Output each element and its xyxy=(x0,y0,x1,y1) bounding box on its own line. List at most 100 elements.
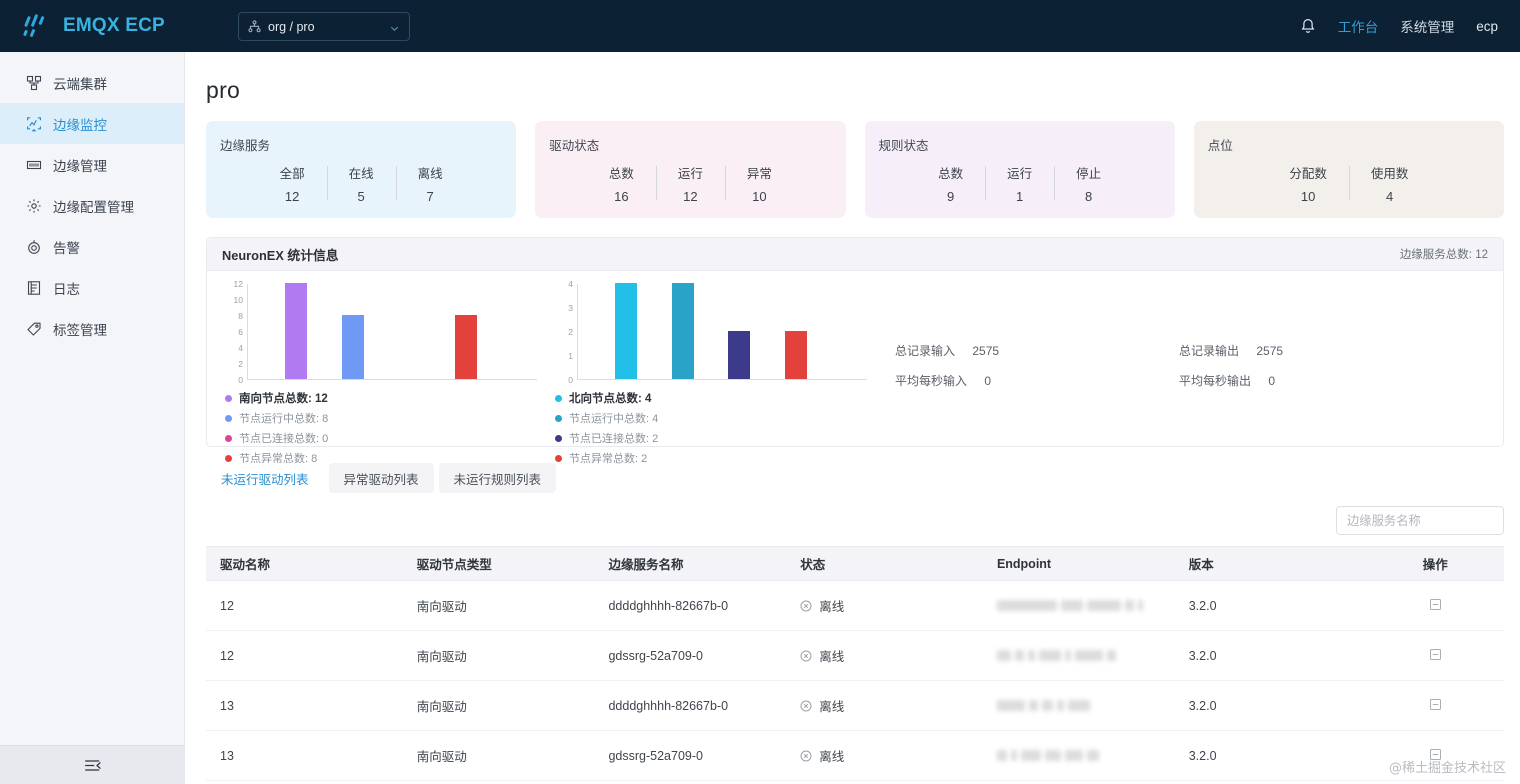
sidebar-item-label: 边缘管理 xyxy=(53,155,107,175)
legend-item[interactable]: 节点运行中总数: 4 xyxy=(555,410,867,426)
redacted-endpoint xyxy=(997,746,1175,766)
legend-color-dot xyxy=(555,415,562,422)
metric-label: 离线 xyxy=(418,163,443,182)
metric-label: 使用数 xyxy=(1371,163,1409,182)
status-label: 离线 xyxy=(819,596,844,615)
legend-color-dot xyxy=(225,435,232,442)
panel-header: NeuronEX 统计信息 边缘服务总数: 12 xyxy=(207,238,1503,271)
cell-service-name: ddddghhhh-82667b-0 xyxy=(594,599,786,613)
stat-value: 0 xyxy=(984,374,991,388)
sidebar-item-tag-management[interactable]: 标签管理 xyxy=(0,308,184,349)
stat-line: 总记录输出 2575 xyxy=(1179,342,1463,359)
main-content: pro 边缘服务 全部 12 在线 5 离线 7 xyxy=(185,52,1520,784)
stat-line: 平均每秒输出 0 xyxy=(1179,372,1463,389)
redaction-block xyxy=(1021,750,1041,761)
table-row[interactable]: 13南向驱动ddddghhhh-82667b-0离线3.2.0 xyxy=(206,681,1504,731)
nav-link-workbench[interactable]: 工作台 xyxy=(1338,16,1379,36)
redaction-block xyxy=(1057,700,1064,711)
stat-label: 总记录输入 xyxy=(895,344,955,358)
sidebar-item-cloud-cluster[interactable]: 云端集群 xyxy=(0,62,184,103)
chart-bar xyxy=(672,283,694,379)
chart-bars xyxy=(247,284,537,380)
legend-item[interactable]: 北向节点总数: 4 xyxy=(555,390,867,406)
legend-item[interactable]: 南向节点总数: 12 xyxy=(225,390,537,406)
stat-card-metrics: 全部 12 在线 5 离线 7 xyxy=(206,163,516,204)
cell-driver-name: 13 xyxy=(206,749,403,763)
sidebar-item-edge-monitor[interactable]: 边缘监控 xyxy=(0,103,184,144)
metric-label: 分配数 xyxy=(1289,163,1327,182)
detail-icon[interactable] xyxy=(1429,598,1442,611)
sidebar-collapse-button[interactable] xyxy=(0,745,185,784)
column-header-status: 状态 xyxy=(786,554,983,573)
chart-bar xyxy=(285,283,307,379)
table-header-row: 驱动名称 驱动节点类型 边缘服务名称 状态 Endpoint 版本 操作 xyxy=(206,546,1504,581)
y-axis-tick: 2 xyxy=(238,359,243,369)
user-menu[interactable]: ecp xyxy=(1476,19,1498,34)
sidebar-item-edge-config-management[interactable]: 边缘配置管理 xyxy=(0,185,184,226)
cell-status: 离线 xyxy=(786,596,983,615)
sidebar-item-alarm[interactable]: 告警 xyxy=(0,226,184,267)
stat-card-title: 规则状态 xyxy=(879,135,1175,154)
legend-item[interactable]: 节点异常总数: 2 xyxy=(555,450,867,466)
redacted-endpoint xyxy=(997,596,1175,616)
stat-card-row: 边缘服务 全部 12 在线 5 离线 7 xyxy=(206,121,1504,218)
cell-status: 离线 xyxy=(786,696,983,715)
legend-item[interactable]: 节点运行中总数: 8 xyxy=(225,410,537,426)
sidebar-items: 云端集群 边缘监控 xyxy=(0,52,184,349)
sidebar-item-edge-management[interactable]: 边缘管理 xyxy=(0,144,184,185)
y-axis-tick: 10 xyxy=(234,295,243,305)
sidebar-item-log[interactable]: 日志 xyxy=(0,267,184,308)
metric: 总数 16 xyxy=(587,163,656,204)
metric-label: 在线 xyxy=(349,163,374,182)
southbound-node-chart: 024681012 南向节点总数: 12节点运行中总数: 8节点已连接总数: 0… xyxy=(207,284,537,436)
edge-service-total-label: 边缘服务总数: 12 xyxy=(1400,246,1488,262)
detail-icon[interactable] xyxy=(1429,648,1442,661)
legend-item[interactable]: 节点已连接总数: 0 xyxy=(225,430,537,446)
chart-legend: 南向节点总数: 12节点运行中总数: 8节点已连接总数: 0节点异常总数: 8 xyxy=(225,390,537,466)
cell-version: 3.2.0 xyxy=(1175,699,1367,713)
cell-node-type: 南向驱动 xyxy=(403,746,595,765)
column-header-driver-name: 驱动名称 xyxy=(206,554,403,573)
tab-abnormal-drivers[interactable]: 异常驱动列表 xyxy=(329,463,434,493)
y-axis-ticks: 024681012 xyxy=(225,284,245,380)
stat-line: 总记录输入 2575 xyxy=(895,342,1179,359)
column-header-version: 版本 xyxy=(1175,554,1367,573)
app-root: EMQX ECP org / pro xyxy=(0,0,1520,784)
metric-label: 异常 xyxy=(747,163,772,182)
legend-color-dot xyxy=(225,395,232,402)
redaction-block xyxy=(997,750,1007,761)
redaction-block xyxy=(1015,650,1024,661)
metric-value: 12 xyxy=(280,189,305,204)
chart-bar xyxy=(455,315,477,379)
cell-endpoint xyxy=(983,596,1175,616)
metric: 总数 9 xyxy=(916,163,985,204)
brand-name: EMQX ECP xyxy=(63,15,165,37)
search-input[interactable] xyxy=(1336,506,1504,535)
stat-card-title: 点位 xyxy=(1208,135,1504,154)
redaction-block xyxy=(1068,700,1090,711)
cell-version: 3.2.0 xyxy=(1175,649,1367,663)
metric-value: 7 xyxy=(418,189,443,204)
legend-item[interactable]: 节点已连接总数: 2 xyxy=(555,430,867,446)
edge-manage-icon xyxy=(26,157,42,173)
metric: 使用数 4 xyxy=(1349,163,1431,204)
bell-icon[interactable] xyxy=(1300,18,1316,35)
cell-node-type: 南向驱动 xyxy=(403,646,595,665)
tag-icon xyxy=(26,321,42,337)
detail-icon[interactable] xyxy=(1429,698,1442,711)
table-row[interactable]: 13南向驱动gdssrg-52a709-0离线3.2.0 xyxy=(206,731,1504,781)
brand-logo[interactable]: EMQX ECP xyxy=(22,12,165,40)
cell-driver-name: 13 xyxy=(206,699,403,713)
column-header-node-type: 驱动节点类型 xyxy=(403,554,595,573)
chevron-down-icon xyxy=(389,21,400,32)
table-row[interactable]: 12南向驱动ddddghhhh-82667b-0离线3.2.0 xyxy=(206,581,1504,631)
y-axis-tick: 2 xyxy=(568,327,573,337)
emqx-logo-icon xyxy=(22,12,52,40)
nav-link-system-management[interactable]: 系统管理 xyxy=(1400,16,1454,36)
redaction-block xyxy=(1138,600,1143,611)
tab-not-running-rules[interactable]: 未运行规则列表 xyxy=(439,463,557,493)
y-axis-tick: 6 xyxy=(238,327,243,337)
tab-not-running-drivers[interactable]: 未运行驱动列表 xyxy=(206,463,324,493)
table-row[interactable]: 12南向驱动gdssrg-52a709-0离线3.2.0 xyxy=(206,631,1504,681)
org-selector[interactable]: org / pro xyxy=(238,12,410,41)
